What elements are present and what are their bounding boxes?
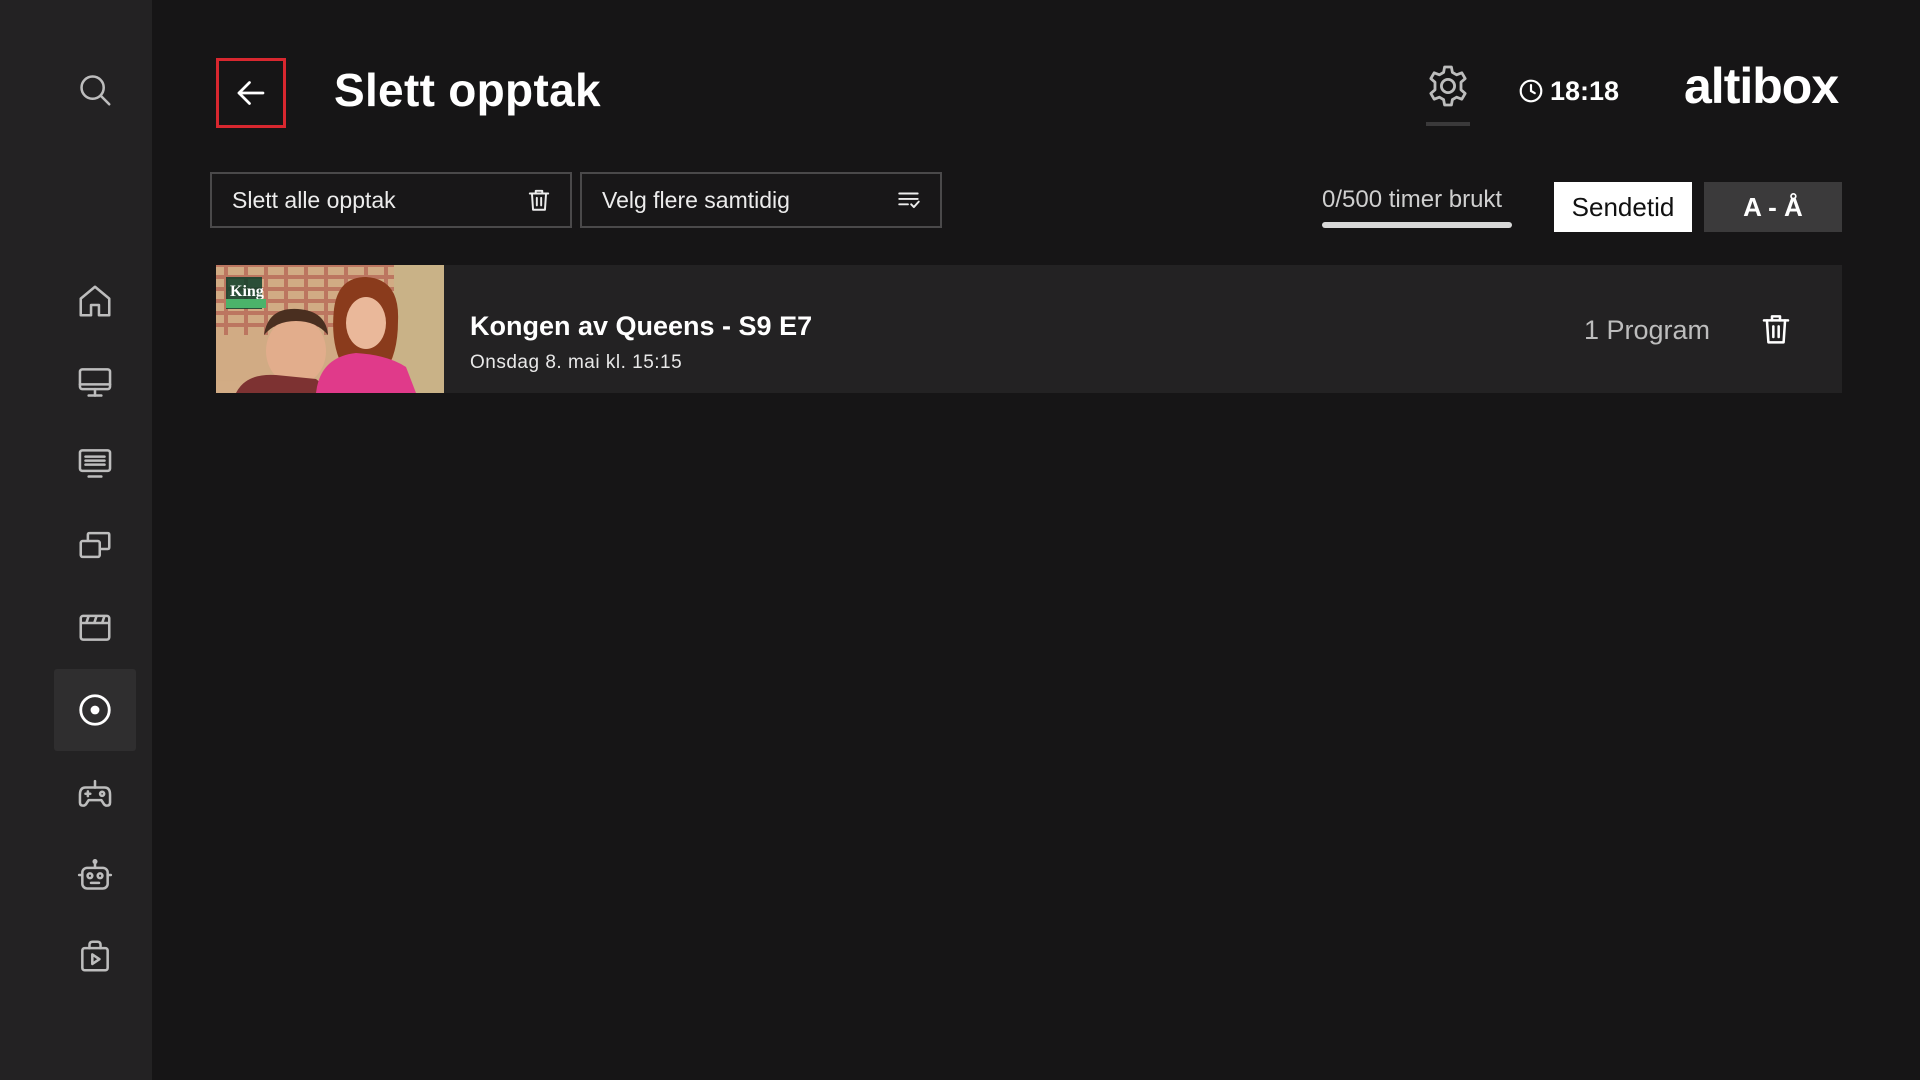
recording-row[interactable]: King Kongen av Queens - S9 E7 Onsdag 8. … (216, 265, 1842, 393)
sidebar (0, 0, 152, 1080)
settings-button[interactable] (1424, 62, 1472, 126)
checklist-icon (898, 192, 920, 209)
trash-icon (1762, 315, 1790, 344)
search-icon (80, 75, 111, 106)
recording-program-count: 1 Program (1583, 315, 1710, 345)
delete-recording-button[interactable] (1758, 309, 1794, 349)
poster-logo-text: King (230, 283, 264, 300)
sidebar-tv-guide[interactable] (54, 422, 136, 504)
settings-focus-underline (1426, 122, 1470, 126)
usage-bar (1322, 222, 1512, 228)
trash-icon (528, 189, 550, 211)
tv-icon (78, 368, 112, 397)
usage-text: 0/500 timer brukt (1322, 186, 1503, 213)
king-of-queens-poster: King (216, 265, 444, 393)
select-multiple-button[interactable]: Velg flere samtidig (580, 172, 942, 228)
recording-title: Kongen av Queens - S9 E7 (470, 311, 813, 341)
page-title: Slett opptak (334, 64, 601, 116)
arrow-left-icon (237, 81, 265, 105)
sidebar-rent[interactable] (54, 915, 136, 997)
delete-all-label: Slett alle opptak (232, 186, 396, 213)
sidebar-kids[interactable] (54, 834, 136, 916)
back-button[interactable] (216, 58, 286, 128)
clock-time: 18:18 (1550, 75, 1620, 106)
delete-all-button[interactable]: Slett alle opptak (210, 172, 572, 228)
tv-guide-icon (78, 449, 112, 478)
record-icon (79, 694, 111, 726)
storage-usage: 0/500 timer brukt (1322, 186, 1512, 230)
stacked-screens-icon (79, 531, 111, 559)
clapperboard-icon (79, 614, 111, 641)
home-icon (79, 285, 111, 317)
sidebar-series[interactable] (54, 504, 136, 586)
recording-datetime: Onsdag 8. mai kl. 15:15 (470, 352, 683, 373)
gamepad-icon (78, 779, 112, 807)
store-bag-icon (81, 940, 109, 972)
sort-by-airtime-button[interactable]: Sendetid (1554, 182, 1692, 232)
clock: 18:18 (1518, 72, 1619, 110)
gear-icon (1429, 65, 1467, 107)
sidebar-search[interactable] (54, 49, 136, 131)
sidebar-games[interactable] (54, 752, 136, 834)
altibox-logo: altibox (1684, 58, 1839, 114)
sidebar-recordings[interactable] (54, 669, 136, 751)
robot-icon (77, 859, 113, 890)
sidebar-movies[interactable] (54, 586, 136, 668)
select-multiple-label: Velg flere samtidig (602, 186, 790, 213)
sort-alphabetical-button[interactable]: A - Å (1704, 182, 1842, 232)
sidebar-home[interactable] (54, 260, 136, 342)
recording-thumbnail: King (216, 265, 444, 393)
clock-icon (1519, 79, 1543, 103)
sidebar-tv[interactable] (54, 341, 136, 423)
